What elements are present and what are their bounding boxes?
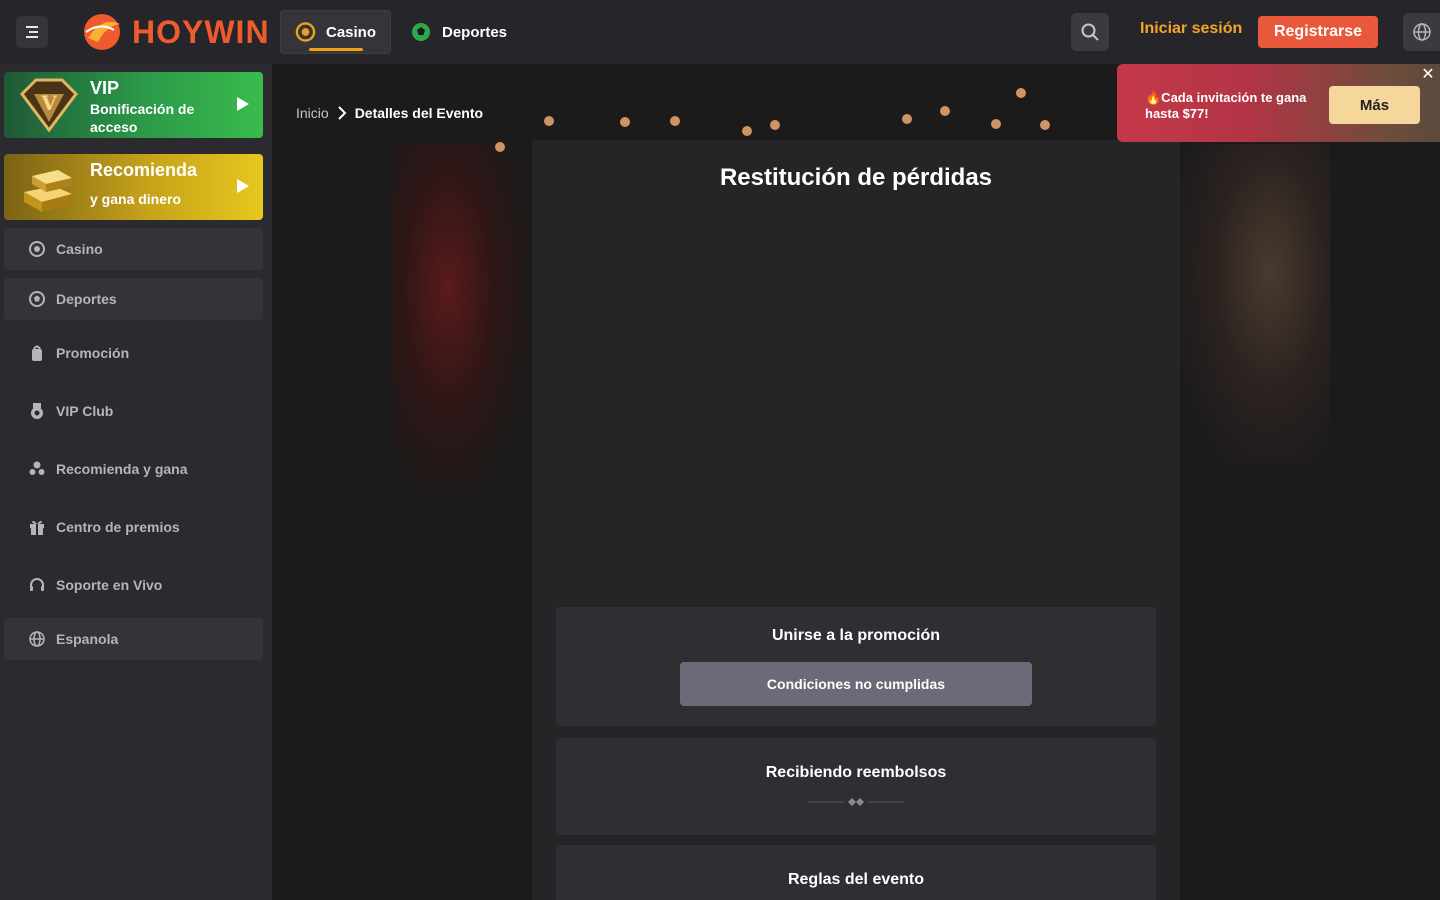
bokeh-light (742, 126, 752, 136)
sidebar: V VIP Bonificación de acceso Recomienda … (0, 64, 272, 900)
play-arrow-icon (237, 97, 249, 111)
register-button[interactable]: Registrarse (1258, 16, 1378, 48)
sidebar-item-label: Deportes (56, 291, 117, 307)
login-link[interactable]: Iniciar sesión (1140, 20, 1242, 38)
sidebar-item-promocion[interactable]: Promoción (4, 332, 263, 374)
breadcrumb-home-link[interactable]: Inicio (296, 105, 329, 121)
bokeh-light (991, 119, 1001, 129)
language-button[interactable] (1403, 13, 1440, 51)
menu-toggle-button[interactable] (16, 16, 48, 48)
headset-icon (30, 578, 44, 591)
sidebar-item-casino[interactable]: Casino (4, 228, 263, 270)
referral-toast: 🔥Cada invitación te gana hasta $77! Más … (1117, 64, 1440, 142)
event-panel: Restitución de pérdidas Unirse a la prom… (532, 140, 1180, 900)
referral-promo-card[interactable]: Recomienda y gana dinero (4, 154, 263, 220)
play-arrow-icon (237, 179, 249, 193)
bokeh-light (1016, 88, 1026, 98)
join-promotion-title: Unirse a la promoción (771, 627, 941, 644)
soccer-ball-icon (412, 23, 430, 41)
tab-casino-label: Casino (325, 23, 376, 41)
vip-medal-icon (31, 403, 43, 419)
sidebar-item-vip-club[interactable]: VIP Club (4, 390, 263, 432)
sidebar-item-label: Recomienda y gana (56, 461, 188, 477)
bokeh-light (902, 114, 912, 124)
menu-icon (26, 26, 38, 38)
logo[interactable]: HOYWIN (80, 12, 270, 52)
tab-deportes-label: Deportes (442, 23, 508, 41)
sidebar-item-label: Casino (56, 241, 103, 257)
globe-icon (1413, 23, 1431, 41)
close-icon[interactable]: ✕ (1421, 67, 1435, 83)
chevron-right-icon (337, 106, 347, 120)
referral-card-title: Recomienda (90, 160, 198, 180)
receiving-refunds-title: Recibiendo reembolsos (765, 764, 947, 781)
breadcrumb-current: Detalles del Evento (354, 105, 484, 121)
casino-chips-background (392, 144, 532, 504)
sidebar-item-idioma[interactable]: Espanola (4, 618, 263, 660)
vip-card-subtitle: Bonificación de acceso (90, 101, 195, 135)
vip-card-title: VIP (90, 78, 120, 98)
top-header: HOYWIN Casino Deportes Iniciar sesión Re… (0, 0, 1440, 64)
receiving-refunds-section: Recibiendo reembolsos (556, 738, 1156, 835)
soccer-ball-icon (29, 291, 45, 307)
event-rules-section: Reglas del evento (556, 845, 1156, 900)
promo-bag-icon (32, 345, 42, 361)
sidebar-item-deportes[interactable]: Deportes (4, 278, 263, 320)
toast-message: 🔥Cada invitación te gana hasta $77! (1145, 90, 1307, 121)
main-content: Inicio Detalles del Evento Restitución d… (272, 64, 1440, 900)
sidebar-item-soporte[interactable]: Soporte en Vivo (4, 564, 263, 606)
bokeh-light (670, 116, 680, 126)
sidebar-item-label: VIP Club (56, 403, 114, 419)
bokeh-light (544, 116, 554, 126)
vip-promo-card[interactable]: V VIP Bonificación de acceso (4, 72, 263, 138)
globe-icon (29, 631, 45, 647)
active-tab-indicator (309, 48, 363, 51)
gift-icon (30, 520, 44, 535)
money-background (1180, 144, 1330, 464)
gold-bars-icon (24, 170, 72, 212)
sidebar-item-label: Espanola (56, 631, 119, 647)
event-title: Restitución de pérdidas (719, 164, 993, 191)
toast-more-button[interactable]: Más (1329, 86, 1420, 124)
event-rules-title: Reglas del evento (787, 871, 925, 888)
logo-emblem-icon (84, 14, 120, 50)
sidebar-item-label: Centro de premios (56, 519, 180, 535)
bokeh-light (620, 117, 630, 127)
bokeh-light (495, 142, 505, 152)
users-icon (29, 461, 45, 475)
join-promotion-section: Unirse a la promoción Condiciones no cum… (556, 607, 1156, 726)
vip-diamond-icon: V (20, 78, 78, 133)
sidebar-item-recomienda[interactable]: Recomienda y gana (4, 448, 263, 490)
breadcrumb: Inicio Detalles del Evento (296, 105, 483, 121)
conditions-not-met-button[interactable]: Condiciones no cumplidas (680, 662, 1032, 706)
bokeh-light (770, 120, 780, 130)
sidebar-item-label: Promoción (56, 345, 130, 361)
casino-chip-icon (29, 241, 45, 257)
tab-deportes[interactable]: Deportes (396, 10, 521, 54)
logo-text: HOYWIN (132, 13, 270, 50)
bokeh-light (1040, 120, 1050, 130)
referral-card-subtitle: y gana dinero (90, 191, 182, 207)
sidebar-item-centro-premios[interactable]: Centro de premios (4, 506, 263, 548)
divider-ornament-icon (808, 798, 904, 806)
search-icon (1081, 23, 1099, 41)
svg-text:V: V (40, 91, 57, 115)
search-button[interactable] (1071, 13, 1109, 51)
bokeh-light (940, 106, 950, 116)
casino-chip-icon (295, 22, 316, 42)
tab-casino[interactable]: Casino (280, 10, 391, 54)
sidebar-item-label: Soporte en Vivo (56, 577, 163, 593)
